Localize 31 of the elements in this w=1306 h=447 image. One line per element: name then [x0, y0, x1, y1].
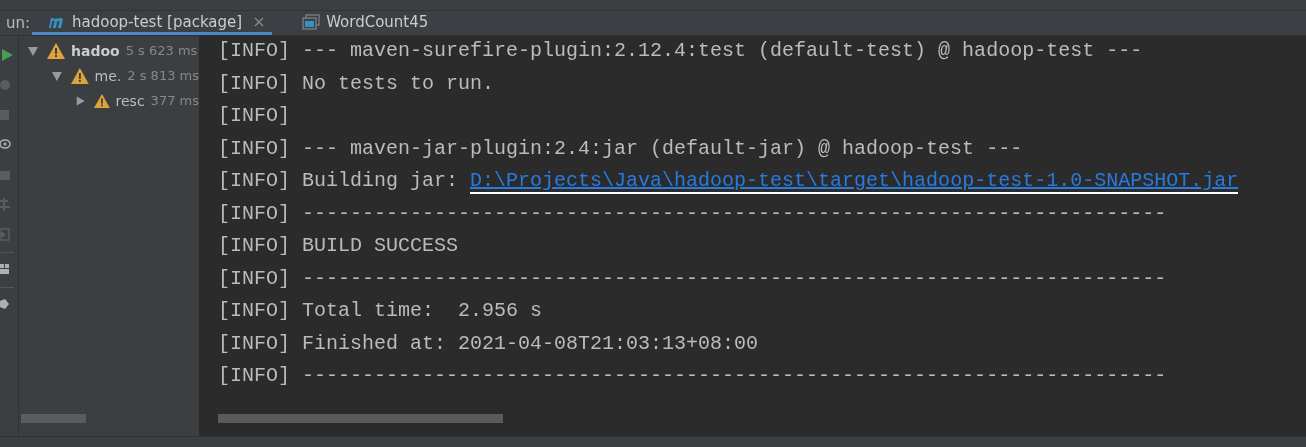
- console-line: [INFO]: [218, 103, 291, 129]
- console-line: [INFO] ------------------------------------------------------------------------: [218, 363, 1168, 389]
- scrollbar-thumb[interactable]: [21, 414, 86, 423]
- test-duration: 377 ms: [150, 93, 199, 108]
- console-line: [INFO] --- maven-jar-plugin:2.4:jar (default-jar) @ hadoop-test ---: [218, 135, 1024, 162]
- run-tab[interactable]: WordCount45: [286, 11, 437, 35]
- test-name[interactable]: hadoo: [71, 42, 120, 59]
- scrollbar-thumb[interactable]: [218, 414, 503, 423]
- run-label: un:: [4, 13, 31, 34]
- run-icon[interactable]: [0, 48, 14, 62]
- console-line: [INFO] ------------------------------------------------------------------------: [218, 265, 1168, 292]
- test-name[interactable]: me.: [94, 67, 122, 84]
- console-line: [INFO] BUILD SUCCESS: [218, 233, 460, 259]
- test-duration: 5 s 623 ms: [125, 43, 198, 58]
- close-icon[interactable]: [254, 16, 265, 27]
- collapsed-arrow-icon[interactable]: [75, 94, 86, 107]
- eye-icon[interactable]: [0, 138, 14, 152]
- console-line: [INFO] Total time: 2.956 s: [218, 298, 544, 324]
- test-name[interactable]: resc: [115, 92, 145, 109]
- warning-icon: [47, 42, 65, 59]
- console-line: [INFO] Finished at: 2021-04-08T21:03:13+08:00: [218, 330, 760, 357]
- expanded-arrow-icon[interactable]: [27, 44, 39, 57]
- warning-icon: [93, 92, 110, 109]
- expanded-arrow-icon[interactable]: [51, 69, 63, 82]
- warning-icon: [70, 67, 89, 84]
- test-duration: 2 s 813 ms: [127, 68, 199, 83]
- console-line: [INFO] ------------------------------------------------------------------------: [218, 200, 1168, 227]
- console-line: [INFO] No tests to run.: [218, 70, 496, 97]
- console-line: [INFO] --- maven-surefire-plugin:2.12.4:test (default-test) @ hadoop-test ---: [218, 38, 1144, 64]
- console-line: [INFO] Building jar: D:\Projects\Java\hadoop-test\target\hadoop-test-1.0-SNAPSHOT.jar: [218, 168, 1240, 196]
- file-link[interactable]: D:\Projects\Java\hadoop-test\target\hadoop-test-1.0-SNAPSHOT.jar: [470, 169, 1239, 194]
